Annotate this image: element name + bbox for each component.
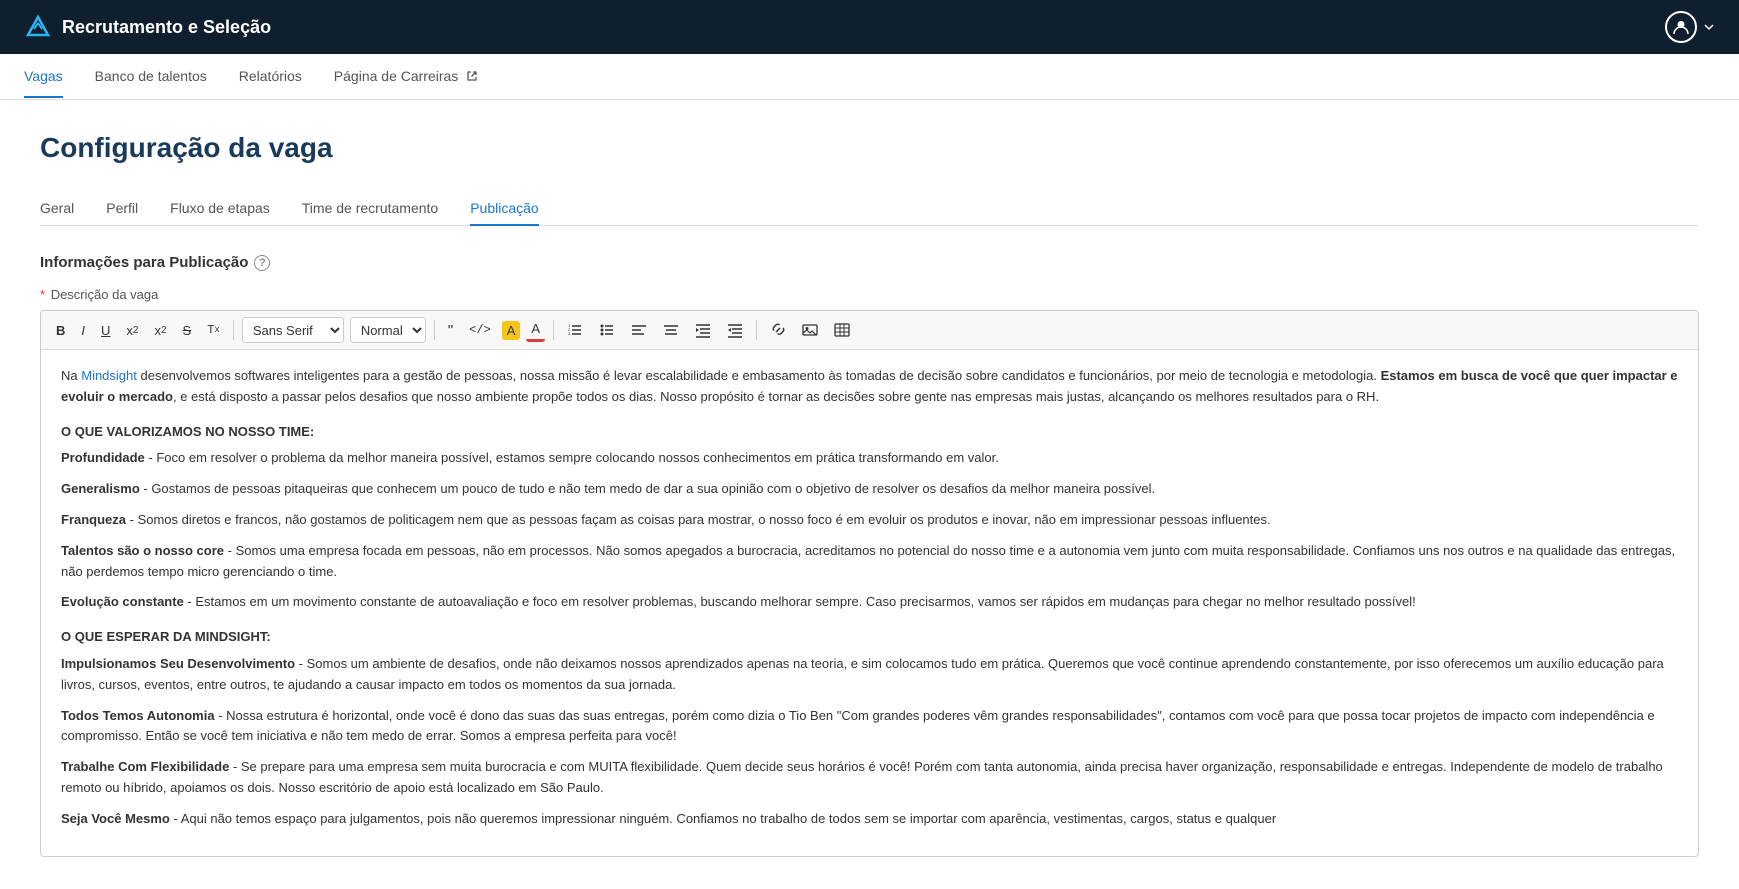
font-size-select[interactable]: Normal Small Large Huge [350,317,426,343]
item-impulsionamos: Impulsionamos Seu Desenvolvimento - Somo… [61,654,1678,696]
clear-format-button[interactable]: Tx [202,320,225,340]
italic-button[interactable]: I [76,320,90,341]
editor-body[interactable]: Na Mindsight desenvolvemos softwares int… [41,350,1698,856]
ordered-list-button[interactable]: 123 [562,319,588,341]
sub-nav-relatorios[interactable]: Relatórios [239,56,302,98]
image-button[interactable] [797,319,823,341]
svg-text:3: 3 [568,331,571,336]
align-left-button[interactable] [626,319,652,341]
toolbar-divider-3 [553,320,554,340]
page-title: Configuração da vaga [40,132,1699,164]
item-generalismo: Generalismo - Gostamos de pessoas pitaqu… [61,479,1678,500]
tab-fluxo-etapas[interactable]: Fluxo de etapas [170,192,270,226]
required-marker: * [40,287,45,302]
indent-button[interactable] [690,319,716,341]
sub-nav: Vagas Banco de talentos Relatórios Págin… [0,54,1739,100]
item-flexibilidade: Trabalhe Com Flexibilidade - Se prepare … [61,757,1678,799]
brand: Recrutamento e Seleção [24,13,271,41]
item-profundidade: Profundidade - Foco em resolver o proble… [61,448,1678,469]
font-color-button[interactable]: A [526,318,545,342]
tab-time-recrutamento[interactable]: Time de recrutamento [302,192,438,226]
section1-heading: O QUE VALORIZAMOS NO NOSSO TIME: [61,422,1678,443]
toolbar-divider-2 [434,320,435,340]
mindsight-link[interactable]: Mindsight [81,368,137,383]
brand-name: Recrutamento e Seleção [62,17,271,38]
toolbar-divider-4 [756,320,757,340]
item-franqueza: Franqueza - Somos diretos e francos, não… [61,510,1678,531]
section2-heading: O QUE ESPERAR DA MINDSIGHT: [61,627,1678,648]
strikethrough-button[interactable]: S [178,320,197,341]
field-label: * Descrição da vaga [40,287,1699,302]
editor-container: B I U x2 x2 S Tx Sans Serif Serif Monosp… [40,310,1699,857]
intro-paragraph: Na Mindsight desenvolvemos softwares int… [61,366,1678,408]
code-button[interactable]: </> [464,320,496,340]
tab-geral[interactable]: Geral [40,192,74,226]
bold-button[interactable]: B [51,320,70,341]
tab-perfil[interactable]: Perfil [106,192,138,226]
chevron-down-icon [1703,21,1715,33]
font-family-select[interactable]: Sans Serif Serif Monospace [242,317,344,343]
page-content: Configuração da vaga Geral Perfil Fluxo … [0,100,1739,889]
link-button[interactable] [765,319,791,341]
item-voce-mesmo: Seja Você Mesmo - Aqui não temos espaço … [61,809,1678,830]
item-evolucao: Evolução constante - Estamos em um movim… [61,592,1678,613]
external-link-icon [466,70,478,82]
sub-nav-banco-talentos[interactable]: Banco de talentos [95,56,207,98]
help-icon[interactable]: ? [254,255,270,271]
outdent-button[interactable] [722,319,748,341]
align-center-button[interactable] [658,319,684,341]
highlight-button[interactable]: A [502,321,521,340]
editor-toolbar: B I U x2 x2 S Tx Sans Serif Serif Monosp… [41,311,1698,350]
sub-nav-vagas[interactable]: Vagas [24,56,63,98]
underline-button[interactable]: U [96,320,115,341]
tabs: Geral Perfil Fluxo de etapas Time de rec… [40,192,1699,226]
blockquote-button[interactable]: " [443,319,458,342]
brand-icon [24,13,52,41]
item-autonomia: Todos Temos Autonomia - Nossa estrutura … [61,706,1678,748]
unordered-list-button[interactable] [594,319,620,341]
user-menu[interactable] [1665,11,1715,43]
item-talentos: Talentos são o nosso core - Somos uma em… [61,541,1678,583]
table-button[interactable] [829,319,855,341]
subscript-button[interactable]: x2 [121,320,143,341]
tab-publicacao[interactable]: Publicação [470,192,539,226]
section-title: Informações para Publicação ? [40,254,1699,271]
top-nav: Recrutamento e Seleção [0,0,1739,54]
user-avatar [1665,11,1697,43]
superscript-button[interactable]: x2 [149,320,171,341]
sub-nav-pagina-carreiras[interactable]: Página de Carreiras [334,56,479,98]
toolbar-divider-1 [233,320,234,340]
